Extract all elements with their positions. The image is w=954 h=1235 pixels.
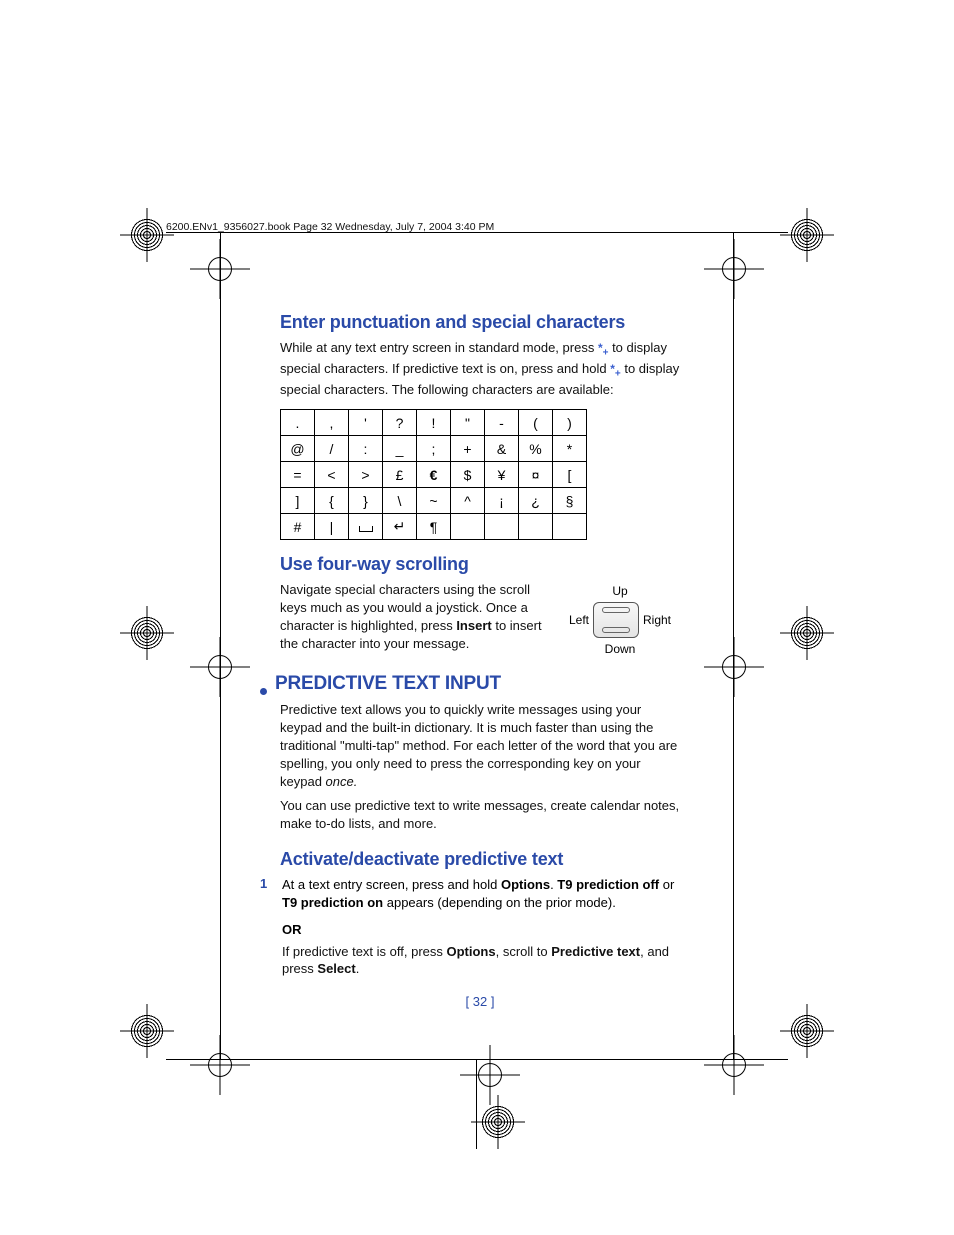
char-cell — [451, 514, 485, 540]
char-cell: @ — [281, 436, 315, 462]
paragraph: Navigate special characters using the sc… — [280, 581, 550, 653]
char-cell: ¤ — [519, 462, 553, 488]
char-cell: > — [349, 462, 383, 488]
char-cell: ¿ — [519, 488, 553, 514]
text-italic: once. — [326, 774, 358, 789]
running-header: 6200.ENv1_9356027.book Page 32 Wednesday… — [166, 221, 494, 233]
list-item: 1 At a text entry screen, press and hold… — [260, 876, 680, 912]
heading-punctuation: Enter punctuation and special characters — [280, 312, 680, 333]
char-cell: \ — [383, 488, 417, 514]
star-key-icon: *+ — [598, 341, 609, 355]
char-cell: } — [349, 488, 383, 514]
up-label: Up — [560, 584, 680, 598]
crop-target-icon — [130, 616, 164, 650]
paragraph: Predictive text allows you to quickly wr… — [280, 701, 680, 791]
char-cell: ( — [519, 410, 553, 436]
char-cell: & — [485, 436, 519, 462]
char-cell: - — [485, 410, 519, 436]
char-cell: , — [315, 410, 349, 436]
text: While at any text entry screen in standa… — [280, 340, 598, 355]
char-cell — [553, 514, 587, 540]
crop-target-icon — [790, 1014, 824, 1048]
char-cell: { — [315, 488, 349, 514]
heading-predictive: PREDICTIVE TEXT INPUT — [275, 673, 501, 695]
char-cell: ¡ — [485, 488, 519, 514]
char-cell: / — [315, 436, 349, 462]
crop-target-icon — [790, 616, 824, 650]
crop-target-icon — [481, 1105, 515, 1139]
char-cell: # — [281, 514, 315, 540]
char-cell: | — [315, 514, 349, 540]
text: At a text entry screen, press and hold O… — [282, 876, 680, 912]
crop-cross-icon — [460, 1045, 520, 1105]
crop-target-icon — [130, 1014, 164, 1048]
char-cell: : — [349, 436, 383, 462]
or-separator: OR — [282, 922, 680, 937]
char-cell: + — [451, 436, 485, 462]
char-cell: ] — [281, 488, 315, 514]
heading-scrolling: Use four-way scrolling — [280, 554, 680, 575]
char-cell: = — [281, 462, 315, 488]
char-cell: § — [553, 488, 587, 514]
options-label: Options — [501, 877, 550, 892]
char-cell: $ — [451, 462, 485, 488]
insert-label: Insert — [456, 618, 491, 633]
crop-cross-icon — [704, 1035, 764, 1095]
special-characters-table: .,'?!"-() @/:_;+&%* =<>£€$¥¤[]{}\~^¡¿§ #| ↵¶ — [280, 409, 587, 540]
char-cell: * — [553, 436, 587, 462]
crop-cross-icon — [704, 239, 764, 299]
char-cell: ^ — [451, 488, 485, 514]
crop-cross-icon — [704, 637, 764, 697]
char-cell — [485, 514, 519, 540]
char-cell: £ — [383, 462, 417, 488]
page-number: [ 32 ] — [280, 994, 680, 1009]
t9-off-label: T9 prediction off — [557, 877, 659, 892]
char-cell: ↵ — [383, 514, 417, 540]
char-cell: ¶ — [417, 514, 451, 540]
down-label: Down — [560, 642, 680, 656]
crop-line — [733, 232, 734, 1059]
scrollpad-icon — [593, 602, 639, 638]
char-cell: _ — [383, 436, 417, 462]
crop-line — [476, 1059, 477, 1149]
paragraph: If predictive text is off, press Options… — [282, 943, 680, 979]
char-cell: ; — [417, 436, 451, 462]
char-cell — [519, 514, 553, 540]
footer-rule — [166, 1059, 788, 1060]
paragraph: While at any text entry screen in standa… — [280, 339, 680, 399]
scroll-figure: Up Left Right Down — [560, 584, 680, 656]
section-heading: PREDICTIVE TEXT INPUT — [260, 673, 680, 695]
char-cell: € — [417, 462, 451, 488]
crop-target-icon — [130, 218, 164, 252]
char-cell: . — [281, 410, 315, 436]
star-key-icon: *+ — [610, 362, 621, 376]
char-cell: ! — [417, 410, 451, 436]
char-cell: ' — [349, 410, 383, 436]
paragraph: You can use predictive text to write mes… — [280, 797, 680, 833]
select-label: Select — [317, 961, 355, 976]
crop-target-icon — [790, 218, 824, 252]
right-label: Right — [643, 613, 671, 627]
char-cell: ? — [383, 410, 417, 436]
char-cell: " — [451, 410, 485, 436]
char-cell: % — [519, 436, 553, 462]
char-cell — [349, 514, 383, 540]
predictive-text-label: Predictive text — [551, 944, 640, 959]
left-label: Left — [569, 613, 589, 627]
bullet-icon — [260, 688, 267, 695]
options-label: Options — [447, 944, 496, 959]
crop-line — [220, 232, 221, 1059]
char-cell: [ — [553, 462, 587, 488]
char-cell: ) — [553, 410, 587, 436]
char-cell: < — [315, 462, 349, 488]
step-number: 1 — [260, 876, 272, 912]
t9-on-label: T9 prediction on — [282, 895, 383, 910]
heading-activate: Activate/deactivate predictive text — [280, 849, 680, 870]
char-cell: ¥ — [485, 462, 519, 488]
char-cell: ~ — [417, 488, 451, 514]
